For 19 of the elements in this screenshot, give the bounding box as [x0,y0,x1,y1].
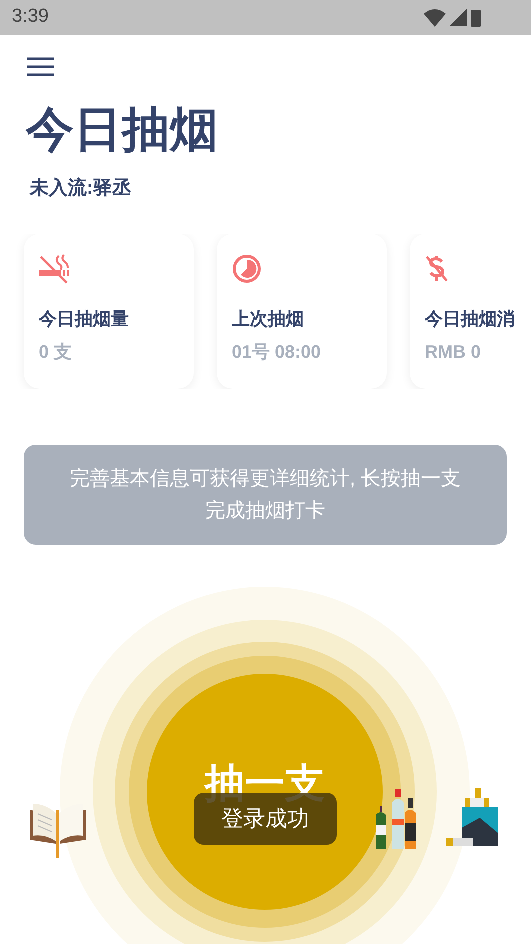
page-title: 今日抽烟 [26,103,219,159]
signal-icon [450,9,467,26]
rank-label: 未入流:驿丞 [30,176,132,201]
wifi-icon [424,8,446,26]
stat-value: 0 支 [39,340,74,364]
battery-icon [471,8,481,26]
no-money-icon [425,254,449,284]
stat-label: 今日抽烟消 [425,308,516,330]
status-time: 3:39 [12,5,49,30]
no-smoking-icon [39,254,71,284]
stat-value: 01号 08:00 [232,340,322,364]
stat-value: RMB 0 [425,340,482,364]
stat-label: 上次抽烟 [232,308,305,330]
stat-label: 今日抽烟量 [39,308,130,330]
notice-banner: 完善基本信息可获得更详细统计, 长按抽一支完成抽烟打卡 [24,444,507,544]
cigarette-pack-icon [446,788,500,848]
clock-icon [232,254,262,284]
toast: 登录成功 [194,792,337,844]
menu-icon[interactable] [26,57,55,77]
